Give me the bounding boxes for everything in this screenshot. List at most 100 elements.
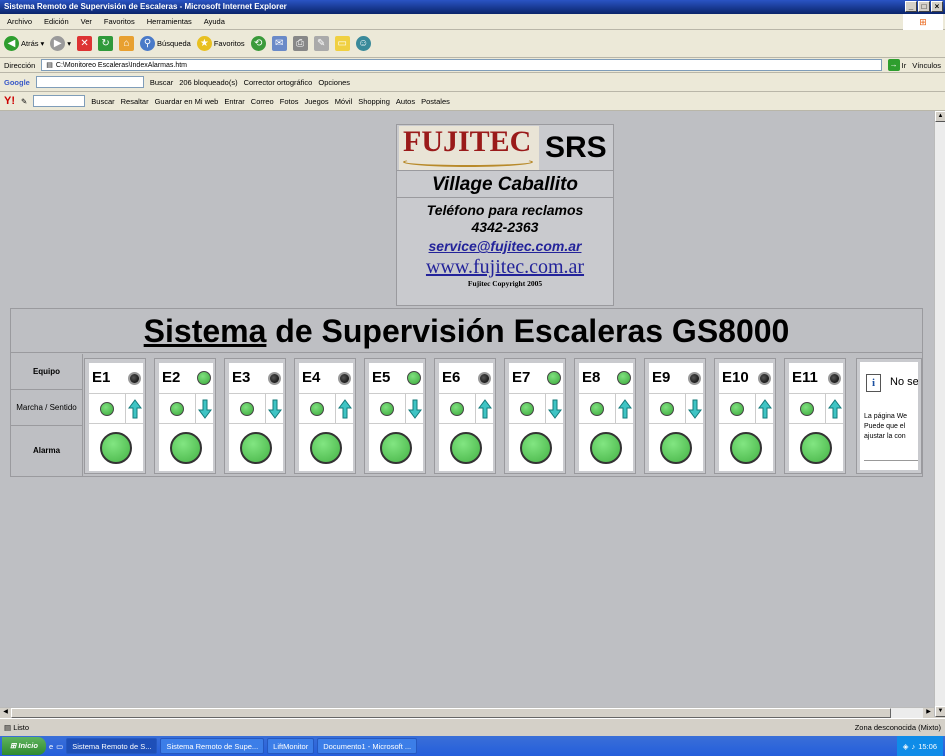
email-link[interactable]: service@fujitec.com.ar: [397, 236, 613, 256]
google-logo[interactable]: Google: [4, 78, 30, 87]
escalator-unit[interactable]: E11: [784, 358, 846, 474]
mobile-button[interactable]: Móvil: [335, 97, 353, 106]
arrow-up-icon: [757, 398, 772, 419]
yahoo-logo[interactable]: Y!: [4, 95, 15, 107]
direction-indicator: [475, 393, 493, 423]
escalator-unit[interactable]: E1: [84, 358, 146, 474]
running-led-icon: [240, 401, 254, 416]
messenger-icon[interactable]: ☺: [355, 36, 371, 51]
escalator-unit[interactable]: E5: [364, 358, 426, 474]
running-led-icon: [170, 401, 184, 416]
yahoo-search-input[interactable]: [33, 95, 86, 107]
scroll-up-icon[interactable]: ▲: [935, 111, 945, 122]
games-button[interactable]: Juegos: [305, 97, 329, 106]
volume-icon[interactable]: ♪: [911, 742, 915, 751]
escalator-unit[interactable]: E8: [574, 358, 636, 474]
escalator-unit[interactable]: E7: [504, 358, 566, 474]
task-liftmonitor[interactable]: LiftMonitor: [267, 738, 315, 754]
network-icon[interactable]: ◈: [903, 742, 909, 751]
phone-label: Teléfono para reclamos: [426, 202, 584, 218]
back-button[interactable]: ◀ Atrás ▾: [4, 36, 44, 51]
cards-button[interactable]: Postales: [421, 97, 450, 106]
arrow-down-icon: [407, 399, 422, 419]
print-icon[interactable]: ⎙: [292, 36, 308, 51]
quicklaunch-ie-icon[interactable]: e: [49, 742, 53, 751]
minimize-button[interactable]: _: [905, 1, 917, 12]
scroll-right-icon[interactable]: ▶: [923, 708, 934, 718]
edit-icon[interactable]: ✎: [313, 36, 329, 51]
autos-button[interactable]: Autos: [396, 97, 415, 106]
quicklaunch-desktop-icon[interactable]: ▭: [56, 742, 63, 751]
escalator-unit[interactable]: E6: [434, 358, 496, 474]
close-button[interactable]: ×: [931, 1, 943, 12]
arrow-up-icon: [337, 398, 352, 419]
forward-button[interactable]: ▶ ▾: [50, 36, 71, 51]
maximize-button[interactable]: □: [918, 1, 930, 12]
refresh-icon[interactable]: ↻: [98, 36, 114, 51]
direction-indicator: [615, 393, 633, 423]
horizontal-scrollbar[interactable]: ◀ ▶: [0, 707, 934, 718]
menu-herramientas[interactable]: Herramientas: [144, 17, 195, 26]
stop-icon[interactable]: ✕: [77, 36, 93, 51]
status-led-icon: [617, 371, 631, 385]
save-web-button[interactable]: Guardar en Mi web: [155, 97, 219, 106]
window-title-bar: Sistema Remoto de Supervisión de Escaler…: [0, 0, 945, 14]
alarm-led-icon: [100, 431, 132, 464]
escalator-unit[interactable]: E10: [714, 358, 776, 474]
status-indicator: [335, 363, 353, 393]
forward-arrow-icon: ▶: [50, 36, 66, 51]
go-button[interactable]: → Ir: [887, 59, 906, 71]
google-search-input[interactable]: [35, 76, 144, 88]
escalator-unit[interactable]: E9: [644, 358, 706, 474]
task-ie-1[interactable]: Sistema Remoto de S...: [66, 738, 158, 754]
mail-icon[interactable]: ✉: [271, 36, 287, 51]
direction-indicator: [545, 393, 563, 423]
divider: [864, 460, 918, 461]
task-ie-2[interactable]: Sistema Remoto de Supe...: [160, 738, 265, 754]
yahoo-search-button[interactable]: Buscar: [91, 97, 114, 106]
photos-button[interactable]: Fotos: [280, 97, 299, 106]
enter-button[interactable]: Entrar: [224, 97, 244, 106]
pencil-icon[interactable]: ✎: [21, 97, 27, 106]
google-blocked-count[interactable]: 206 bloqueado(s): [179, 78, 237, 87]
search-button[interactable]: ⚲ Búsqueda: [140, 36, 191, 51]
logo-swoosh-icon: [403, 156, 533, 167]
highlight-button[interactable]: Resaltar: [121, 97, 149, 106]
home-icon[interactable]: ⌂: [119, 36, 135, 51]
scroll-thumb[interactable]: [11, 708, 891, 718]
menu-ver[interactable]: Ver: [78, 17, 95, 26]
website-link[interactable]: www.fujitec.com.ar: [397, 256, 613, 278]
vertical-scrollbar[interactable]: ▲ ▼: [934, 111, 945, 717]
start-button[interactable]: ⊞ Inicio: [2, 737, 46, 755]
mail-button[interactable]: Correo: [251, 97, 274, 106]
favorites-button[interactable]: ★ Favoritos: [196, 36, 245, 51]
address-input[interactable]: ▤ C:\Monitoreo Escaleras\IndexAlarmas.htm: [41, 59, 882, 71]
links-label[interactable]: Vínculos: [912, 61, 941, 70]
star-icon: ★: [196, 36, 212, 51]
menu-favoritos[interactable]: Favoritos: [101, 17, 138, 26]
menu-ayuda[interactable]: Ayuda: [201, 17, 228, 26]
menu-archivo[interactable]: Archivo: [4, 17, 35, 26]
alarm-led-icon: [450, 431, 482, 464]
escalator-unit[interactable]: E2: [154, 358, 216, 474]
spellcheck-button[interactable]: Corrector ortográfico: [244, 78, 313, 87]
back-arrow-icon: ◀: [4, 36, 19, 51]
scroll-down-icon[interactable]: ▼: [935, 706, 945, 717]
alarm-indicator: [509, 423, 563, 471]
google-search-button[interactable]: Buscar: [150, 78, 173, 87]
status-indicator: [615, 363, 633, 393]
escalator-unit[interactable]: E4: [294, 358, 356, 474]
escalator-unit[interactable]: E3: [224, 358, 286, 474]
google-options-button[interactable]: Opciones: [318, 78, 350, 87]
scroll-left-icon[interactable]: ◀: [0, 708, 11, 718]
menu-edicion[interactable]: Edición: [41, 17, 72, 26]
task-word[interactable]: Documento1 - Microsoft ...: [317, 738, 418, 754]
standard-toolbar: ◀ Atrás ▾ ▶ ▾ ✕ ↻ ⌂ ⚲ Búsqueda ★ Favoritos ⟲ …: [0, 30, 945, 58]
shopping-button[interactable]: Shopping: [358, 97, 390, 106]
alarm-indicator: [649, 423, 703, 471]
direction-indicator: [265, 393, 283, 423]
windows-logo-icon: ⊞: [10, 741, 17, 750]
history-icon[interactable]: ⟲: [250, 36, 266, 51]
unit-name: E6: [442, 369, 461, 386]
folder-icon[interactable]: ▭: [334, 36, 350, 51]
